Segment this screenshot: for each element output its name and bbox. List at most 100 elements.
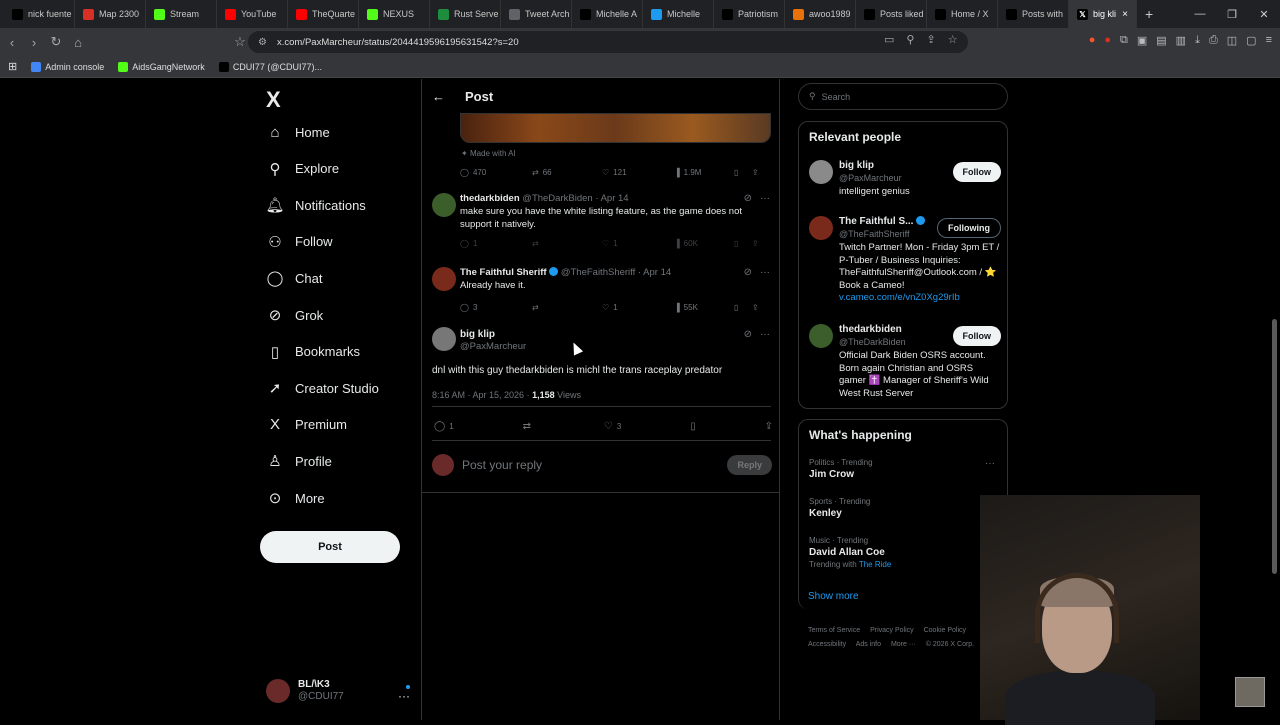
follow-button[interactable]: Follow: [952, 162, 1001, 182]
person-name[interactable]: thedarkbiden: [839, 324, 902, 335]
puzzle-icon[interactable]: ⧉: [1120, 34, 1128, 47]
scrollbar[interactable]: [1272, 319, 1277, 574]
nav-item-more[interactable]: ⊙ More: [266, 489, 325, 507]
share-icon[interactable]: ⇪: [926, 33, 935, 46]
browser-tab[interactable]: Posts liked: [856, 0, 927, 28]
nav-item-profile[interactable]: ♙ Profile: [266, 452, 332, 470]
print-icon[interactable]: ⎙: [1209, 34, 1218, 47]
restore-icon[interactable]: ❐: [1216, 8, 1248, 21]
nav-item-explore[interactable]: ⚲ Explore: [266, 160, 340, 178]
close-tab-icon[interactable]: ×: [1122, 9, 1128, 20]
footer-link[interactable]: Cookie Policy: [924, 627, 966, 634]
back-arrow-icon[interactable]: ‹: [2, 35, 22, 50]
grok-icon[interactable]: ⊘: [744, 267, 752, 278]
apps-grid-icon[interactable]: ⊞: [8, 60, 17, 73]
trash-icon[interactable]: ▥: [1176, 34, 1186, 47]
person-handle[interactable]: @TheFaithSheriff: [839, 229, 910, 239]
avatar[interactable]: [809, 324, 833, 348]
footer-link[interactable]: Ads info: [856, 641, 881, 648]
browser-tab[interactable]: Rust Serve: [430, 0, 501, 28]
reply-action[interactable]: ◯ 1: [434, 421, 454, 432]
bookmark-icon[interactable]: ▯: [734, 239, 752, 248]
account-switcher[interactable]: BL/\K3 @CDUI77: [266, 679, 344, 703]
grok-icon[interactable]: ⊘: [744, 329, 752, 340]
footer-link[interactable]: Privacy Policy: [870, 627, 914, 634]
avatar[interactable]: [809, 160, 833, 184]
trend-with-link[interactable]: The Ride: [859, 560, 891, 569]
more-icon[interactable]: ···: [760, 193, 770, 204]
trend-item[interactable]: Music · Trending David Allan Coe Trending …: [809, 536, 891, 569]
nav-item-grok[interactable]: ⊘ Grok: [266, 306, 323, 324]
repost-action[interactable]: ⇄: [532, 303, 602, 312]
repost-action[interactable]: ⇄ 66: [532, 168, 602, 177]
reply-action[interactable]: ◯ 470: [460, 168, 532, 177]
menu-icon[interactable]: ≡: [1266, 34, 1272, 47]
person-name[interactable]: big klip: [839, 160, 874, 171]
browser-tab[interactable]: TheQuarte: [288, 0, 359, 28]
download-icon[interactable]: ⤓: [1195, 34, 1200, 47]
more-icon[interactable]: ···: [985, 458, 995, 469]
repost-action[interactable]: ⇄: [523, 421, 535, 432]
avatar[interactable]: [809, 216, 833, 240]
more-icon[interactable]: ···: [760, 329, 770, 340]
close-window-icon[interactable]: ✕: [1248, 8, 1280, 21]
bookmark-icon[interactable]: ▯: [734, 168, 752, 177]
show-more-link[interactable]: Show more: [808, 591, 859, 602]
site-info-icon[interactable]: ⚙: [258, 37, 267, 48]
cast-icon[interactable]: ▭: [884, 33, 894, 46]
author-name[interactable]: The Faithful Sheriff: [460, 267, 547, 278]
browser-tab[interactable]: Map 2300: [75, 0, 146, 28]
extension-icon[interactable]: ▤: [1156, 34, 1166, 47]
grok-icon[interactable]: ⊘: [744, 193, 752, 204]
wallet-icon[interactable]: ▢: [1246, 34, 1256, 47]
nav-item-follow[interactable]: ⚇ Follow: [266, 233, 332, 251]
bookmark-icon[interactable]: ▯: [690, 421, 696, 432]
like-action[interactable]: ♡ 1: [602, 239, 674, 248]
bookmark-page-icon[interactable]: ☆: [230, 34, 250, 50]
author-handle[interactable]: @TheDarkBiden: [522, 193, 592, 204]
minimize-icon[interactable]: —: [1184, 8, 1216, 20]
nav-item-chat[interactable]: ◯ Chat: [266, 269, 323, 287]
search-input[interactable]: ⚲ Search: [798, 83, 1008, 110]
bookmark-star-icon[interactable]: ☆: [948, 33, 958, 46]
following-button[interactable]: Following: [937, 218, 1001, 238]
reload-icon[interactable]: ↻: [46, 34, 66, 50]
person-name[interactable]: The Faithful S...: [839, 216, 926, 227]
browser-tab[interactable]: Posts with: [998, 0, 1069, 28]
browser-tab[interactable]: Patriotism: [714, 0, 785, 28]
bookmark-icon[interactable]: ▯: [734, 303, 752, 312]
person-handle[interactable]: @TheDarkBiden: [839, 337, 906, 347]
like-action[interactable]: ♡ 3: [604, 421, 621, 432]
browser-tab[interactable]: Home / X: [927, 0, 998, 28]
views-action[interactable]: ▐ 1.9M: [674, 168, 734, 177]
bookmark-item[interactable]: CDUI77 (@CDUI77)...: [218, 61, 322, 72]
views-action[interactable]: ▐ 60K: [674, 239, 734, 248]
browser-tab[interactable]: Stream: [146, 0, 217, 28]
like-action[interactable]: ♡ 121: [602, 168, 674, 177]
trend-item[interactable]: Politics · Trending Jim Crow: [809, 458, 873, 480]
browser-tab[interactable]: Michelle: [643, 0, 714, 28]
address-bar[interactable]: ⚙ x.com/PaxMarcheur/status/2044419596195…: [248, 31, 968, 53]
person-handle[interactable]: @PaxMarcheur: [839, 173, 902, 183]
share-icon[interactable]: ⇪: [765, 421, 773, 432]
author-name[interactable]: big klip: [460, 329, 495, 340]
browser-tab[interactable]: nick fuente: [4, 0, 75, 28]
reply-button[interactable]: Reply: [727, 455, 772, 475]
repost-action[interactable]: ⇄: [532, 239, 602, 248]
browser-tab[interactable]: Michelle A: [572, 0, 643, 28]
reply-input[interactable]: Post your reply: [462, 458, 542, 472]
home-browser-icon[interactable]: ⌂: [68, 35, 88, 50]
reply-action[interactable]: ◯ 3: [460, 303, 532, 312]
nav-item-home[interactable]: ⌂ Home: [266, 123, 329, 141]
author-handle[interactable]: @PaxMarcheur: [460, 341, 526, 352]
forward-arrow-icon[interactable]: ›: [24, 35, 44, 50]
nav-item-creator-studio[interactable]: ➚ Creator Studio: [266, 379, 379, 397]
nav-item-bookmarks[interactable]: ▯ Bookmarks: [266, 343, 360, 361]
nav-item-premium[interactable]: X Premium: [266, 416, 347, 434]
views-action[interactable]: ▐ 55K: [674, 303, 734, 312]
x-logo-icon[interactable]: X: [266, 87, 281, 113]
footer-link[interactable]: Accessibility: [808, 641, 846, 648]
post-timestamp[interactable]: 8:16 AM · Apr 15, 2026 ·: [432, 390, 530, 400]
footer-link[interactable]: © 2026 X Corp.: [926, 641, 974, 648]
more-icon[interactable]: ···: [760, 267, 770, 278]
